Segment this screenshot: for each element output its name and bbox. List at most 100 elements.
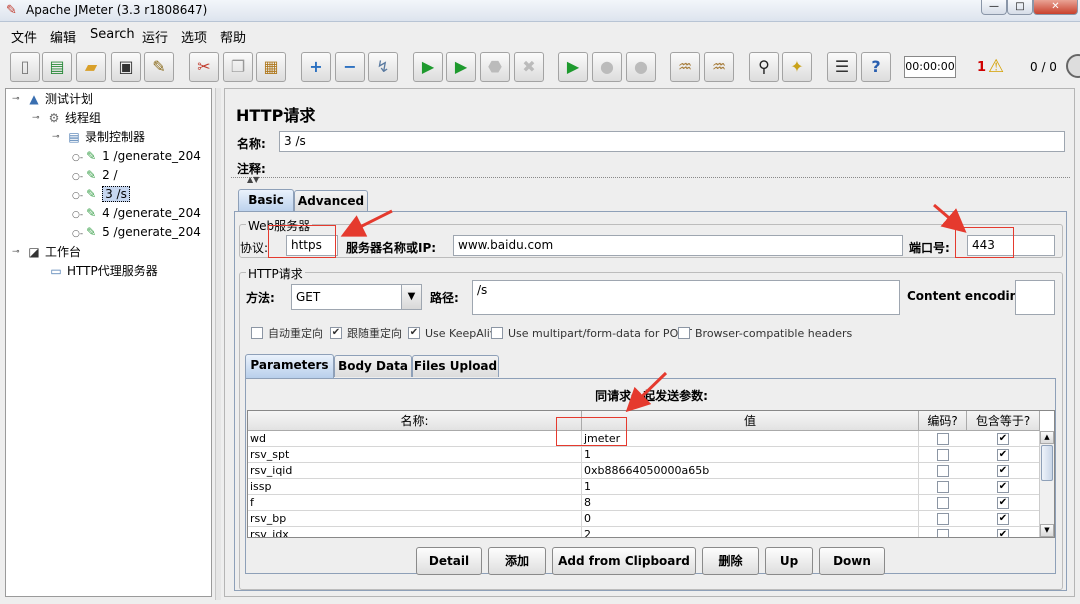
save-as-icon[interactable]: ✎	[144, 52, 174, 82]
keepalive-checkbox[interactable]: ✔ Use KeepAlive	[408, 326, 503, 342]
toggle-icon[interactable]: ↯	[368, 52, 398, 82]
tree-node-sampler-5[interactable]: ○- ✎ 5 /generate_204	[72, 223, 201, 241]
param-value-cell[interactable]: 8	[582, 495, 919, 511]
encode-checkbox[interactable]	[937, 465, 949, 477]
param-value-cell[interactable]: 0	[582, 511, 919, 527]
function-helper-icon[interactable]: ☰	[827, 52, 857, 82]
expand-icon[interactable]: +	[301, 52, 331, 82]
include-equals-checkbox[interactable]: ✔	[997, 465, 1009, 477]
table-row[interactable]: issp 1 ✔	[248, 479, 1040, 495]
collapse-icon[interactable]: −	[335, 52, 365, 82]
cut-icon[interactable]: ✂	[189, 52, 219, 82]
browser-headers-checkbox[interactable]: Browser-compatible headers	[678, 326, 852, 342]
include-equals-checkbox[interactable]: ✔	[997, 433, 1009, 445]
encode-checkbox[interactable]	[937, 449, 949, 461]
split-pane-divider[interactable]	[215, 88, 221, 600]
name-field[interactable]: 3 /s	[279, 131, 1065, 152]
param-value-cell[interactable]: 1	[582, 447, 919, 463]
column-header-name[interactable]: 名称:	[248, 411, 582, 431]
encode-checkbox[interactable]	[937, 513, 949, 525]
paste-icon[interactable]: ▦	[256, 52, 286, 82]
help-icon[interactable]: ?	[861, 52, 891, 82]
table-row[interactable]: f 8 ✔	[248, 495, 1040, 511]
scroll-up-icon[interactable]: ▲	[1040, 431, 1054, 444]
tree-node-recording-controller[interactable]: ▤ 录制控制器	[66, 128, 145, 146]
stop-icon[interactable]: ⬣	[480, 52, 510, 82]
shutdown-icon[interactable]: ✖	[514, 52, 544, 82]
multipart-checkbox[interactable]: Use multipart/form-data for POST	[491, 326, 692, 342]
param-value-cell[interactable]: 0xb88664050000a65b	[582, 463, 919, 479]
param-name-cell[interactable]: rsv_spt	[248, 447, 582, 463]
tree-node-thread-group[interactable]: ⚙ 线程组	[46, 109, 101, 127]
copy-icon[interactable]: ❐	[223, 52, 253, 82]
table-row[interactable]: rsv_bp 0 ✔	[248, 511, 1040, 527]
search-icon[interactable]: ⚲	[749, 52, 779, 82]
clear-icon[interactable]: ♒	[670, 52, 700, 82]
param-value-cell[interactable]: 1	[582, 479, 919, 495]
collapse-handle-icon[interactable]: ⊸	[12, 94, 20, 104]
save-icon[interactable]: ▣	[111, 52, 141, 82]
scroll-thumb[interactable]	[1041, 445, 1053, 481]
tab-parameters[interactable]: Parameters	[245, 354, 334, 378]
minimize-button[interactable]: —	[981, 0, 1007, 15]
param-name-cell[interactable]: rsv_iqid	[248, 463, 582, 479]
up-button[interactable]: Up	[765, 547, 813, 575]
table-row[interactable]: rsv_iqid 0xb88664050000a65b ✔	[248, 463, 1040, 479]
start-icon[interactable]: ▶	[413, 52, 443, 82]
maximize-button[interactable]: □	[1007, 0, 1033, 15]
warning-icon[interactable]: ⚠	[988, 56, 1004, 77]
close-button[interactable]: ✕	[1033, 0, 1078, 15]
path-field[interactable]: /s	[472, 280, 900, 315]
redirect-auto-checkbox[interactable]: 自动重定向	[251, 326, 323, 342]
start-no-pauses-icon[interactable]: ▶	[446, 52, 476, 82]
table-row[interactable]: rsv_spt 1 ✔	[248, 447, 1040, 463]
include-equals-checkbox[interactable]: ✔	[997, 529, 1009, 537]
chevron-down-icon[interactable]: ▼	[401, 285, 421, 309]
menu-options[interactable]: 选项	[181, 27, 207, 46]
collapse-handle-icon[interactable]: ⊸	[32, 113, 40, 123]
add-button[interactable]: 添加	[488, 547, 546, 575]
tree-node-sampler-1[interactable]: ○- ✎ 1 /generate_204	[72, 147, 201, 165]
param-name-cell[interactable]: rsv_idx	[248, 527, 582, 537]
add-from-clipboard-button[interactable]: Add from Clipboard	[552, 547, 696, 575]
remote-start-icon[interactable]: ▶	[558, 52, 588, 82]
include-equals-checkbox[interactable]: ✔	[997, 481, 1009, 493]
delete-button[interactable]: 删除	[702, 547, 759, 575]
encode-checkbox[interactable]	[937, 481, 949, 493]
param-value-cell[interactable]: jmeter	[582, 431, 919, 447]
menu-edit[interactable]: 编辑	[50, 27, 76, 46]
open-icon[interactable]: ▰	[76, 52, 106, 82]
include-equals-checkbox[interactable]: ✔	[997, 497, 1009, 509]
encode-checkbox[interactable]	[937, 497, 949, 509]
collapse-handle-icon[interactable]: ⊸	[12, 247, 20, 257]
param-name-cell[interactable]: issp	[248, 479, 582, 495]
tree-node-sampler-3[interactable]: ○- ✎ 3 /s	[72, 185, 130, 203]
column-header-include-equals[interactable]: 包含等于?	[967, 411, 1040, 431]
param-name-cell[interactable]: f	[248, 495, 582, 511]
table-row[interactable]: wd jmeter ✔	[248, 431, 1040, 447]
table-row[interactable]: rsv_idx 2 ✔	[248, 527, 1040, 537]
down-button[interactable]: Down	[819, 547, 885, 575]
param-value-cell[interactable]: 2	[582, 527, 919, 537]
include-equals-checkbox[interactable]: ✔	[997, 513, 1009, 525]
param-name-cell[interactable]: wd	[248, 431, 582, 447]
remote-shutdown-icon[interactable]: ●	[626, 52, 656, 82]
menu-file[interactable]: 文件	[11, 27, 37, 46]
port-field[interactable]: 443	[967, 235, 1055, 256]
menu-run[interactable]: 运行	[142, 27, 168, 46]
scroll-down-icon[interactable]: ▼	[1040, 524, 1054, 537]
vertical-scrollbar[interactable]: ▲ ▼	[1039, 431, 1054, 537]
tree-node-proxy[interactable]: ▭ HTTP代理服务器	[48, 262, 157, 280]
protocol-field[interactable]: https	[286, 235, 338, 256]
clear-all-icon[interactable]: ♒	[704, 52, 734, 82]
tab-basic[interactable]: Basic	[238, 189, 294, 213]
tree-node-workbench[interactable]: ◪ 工作台	[26, 243, 81, 261]
encode-checkbox[interactable]	[937, 433, 949, 445]
collapse-arrows-icon[interactable]: ▲▼	[247, 175, 259, 184]
column-header-encode[interactable]: 编码?	[919, 411, 967, 431]
collapse-handle-icon[interactable]: ⊸	[52, 132, 60, 142]
detail-button[interactable]: Detail	[416, 547, 482, 575]
tab-files-upload[interactable]: Files Upload	[412, 355, 499, 377]
tree-node-sampler-2[interactable]: ○- ✎ 2 /	[72, 166, 118, 184]
encode-checkbox[interactable]	[937, 529, 949, 537]
